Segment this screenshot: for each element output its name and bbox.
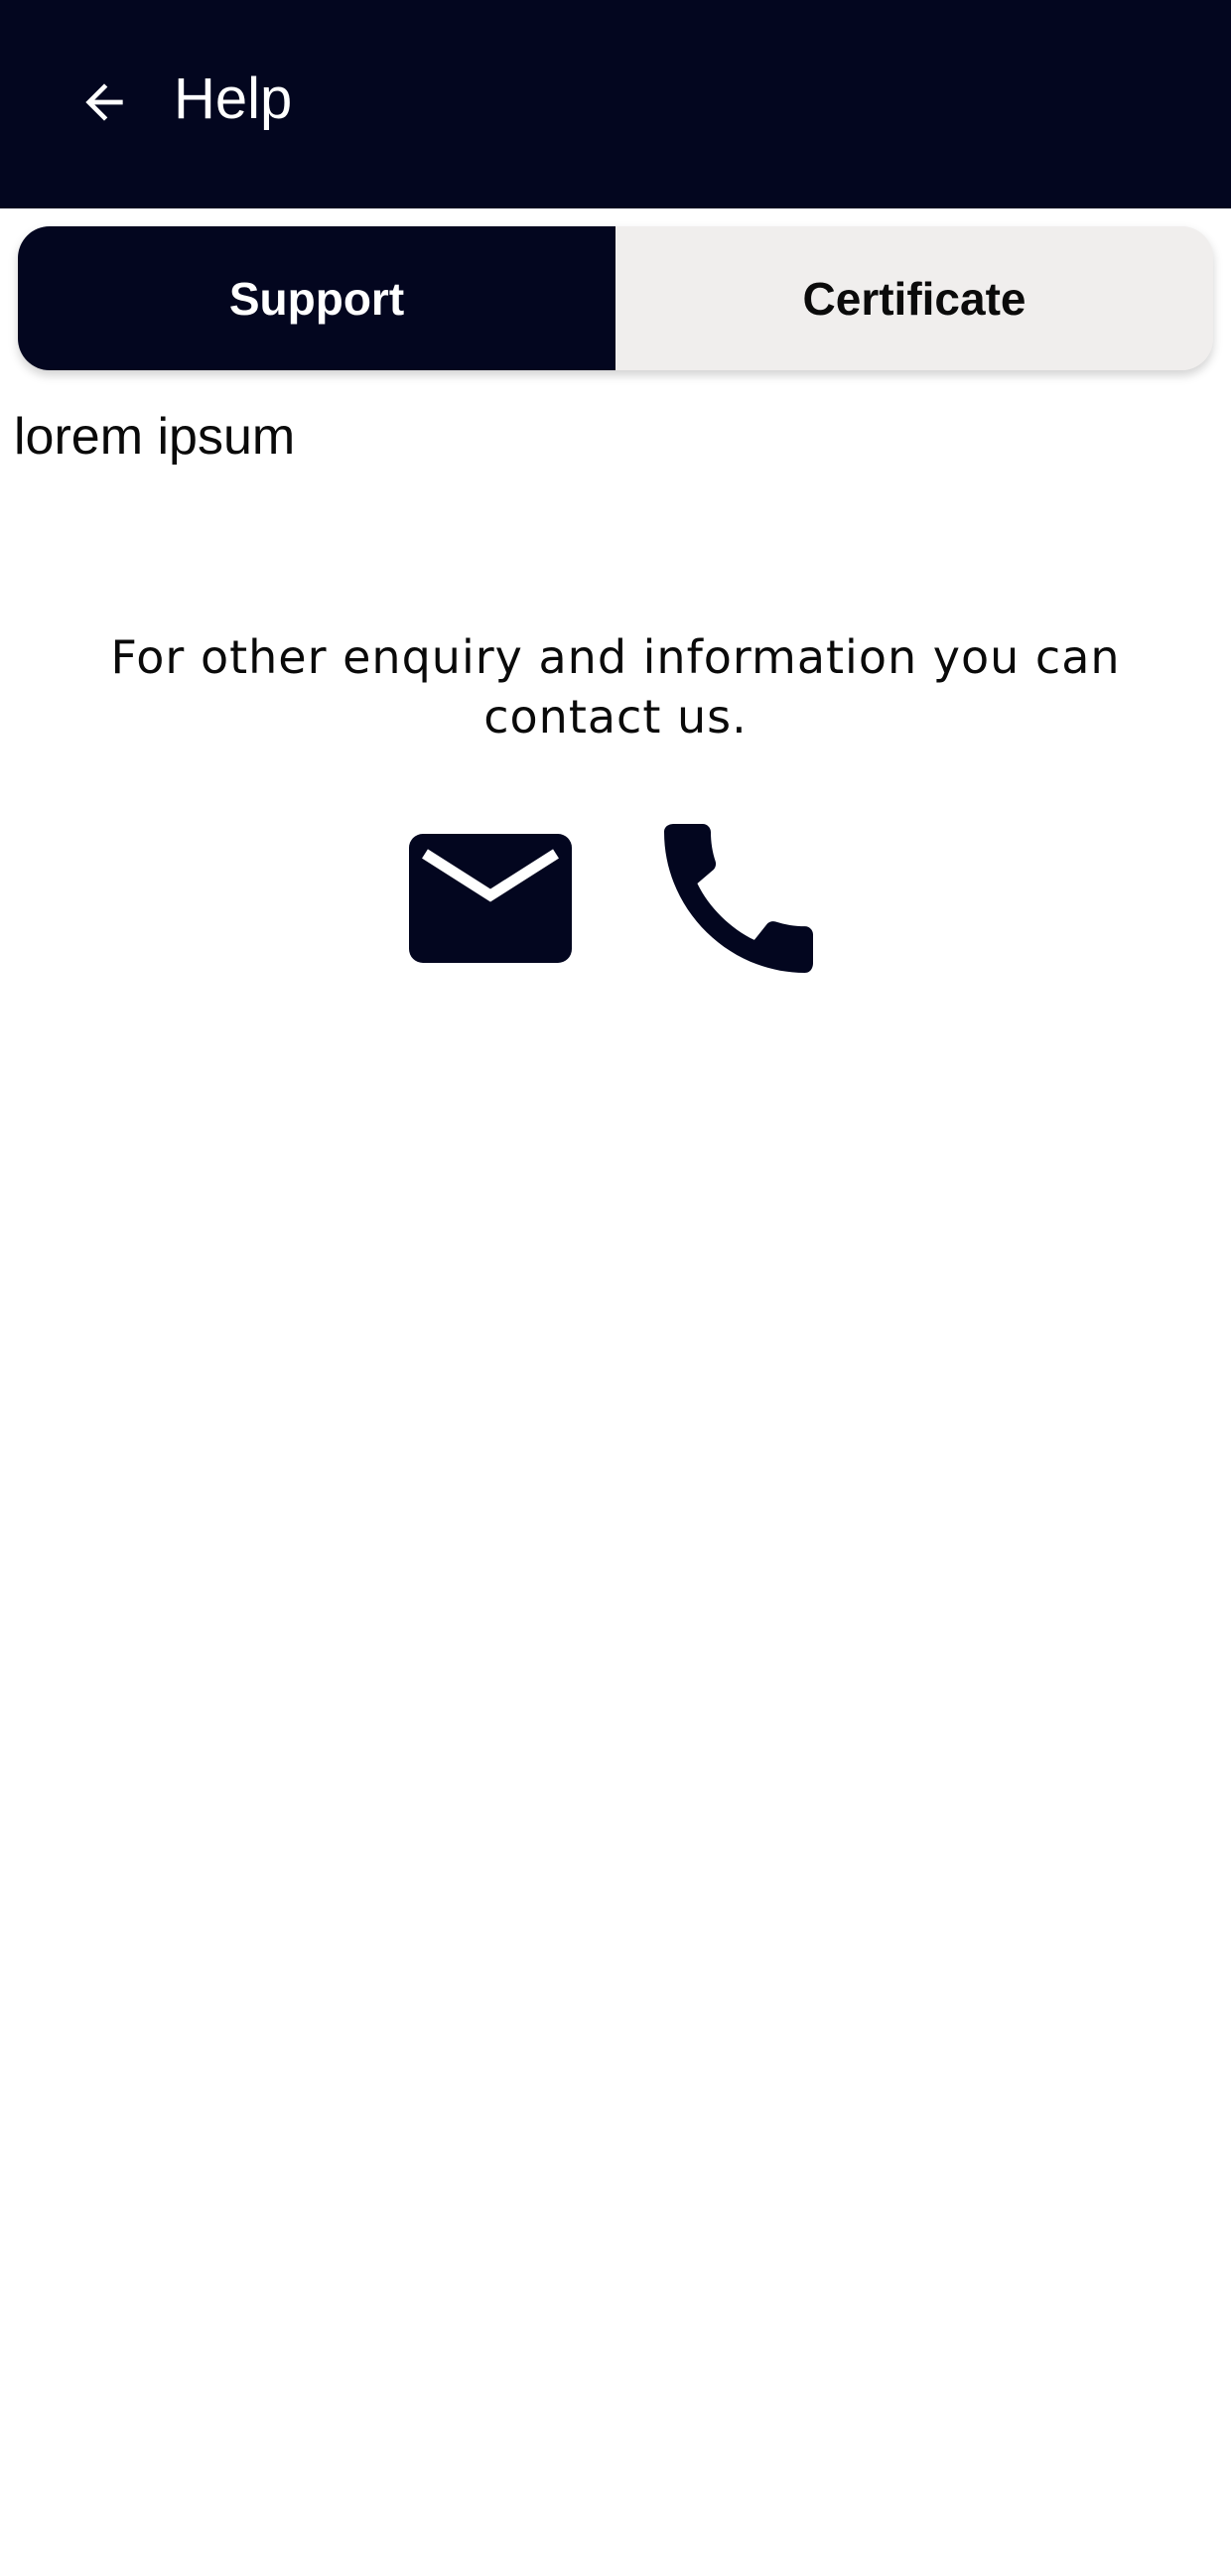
contact-message: For other enquiry and information you ca… xyxy=(110,630,1121,744)
app-bar: Help xyxy=(0,0,1231,208)
back-button[interactable] xyxy=(55,55,154,154)
email-button[interactable] xyxy=(409,834,572,963)
arrow-left-icon xyxy=(76,74,132,135)
mail-icon xyxy=(409,834,572,963)
tab-bar: Support Certificate xyxy=(18,226,1213,370)
tab-support[interactable]: Support xyxy=(18,226,616,370)
page-title: Help xyxy=(174,67,293,131)
contact-icons xyxy=(0,824,1231,973)
support-content-text: lorem ipsum xyxy=(14,408,296,466)
phone-button[interactable] xyxy=(663,824,814,973)
phone-icon xyxy=(663,824,814,973)
tab-certificate[interactable]: Certificate xyxy=(616,226,1213,370)
